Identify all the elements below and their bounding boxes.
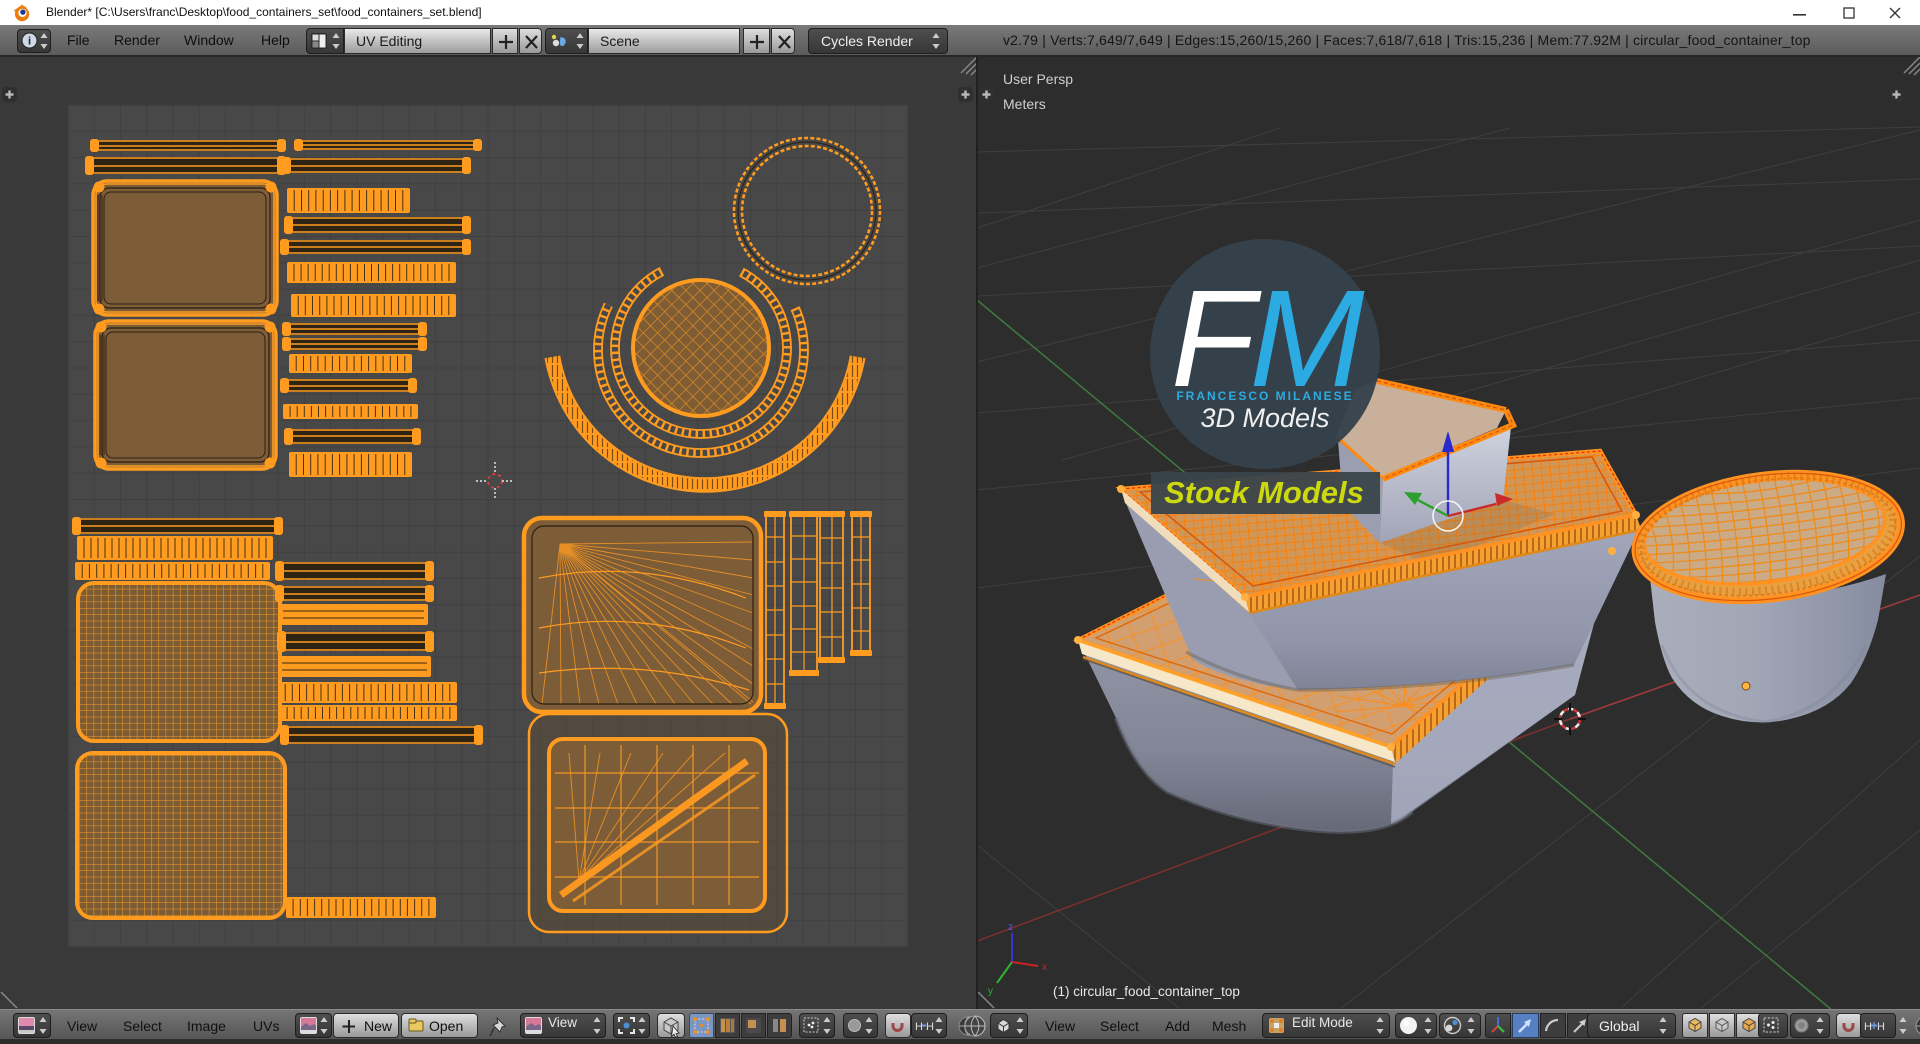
svg-text:i: i bbox=[28, 36, 31, 48]
svg-text:Open: Open bbox=[429, 1018, 463, 1034]
svg-text:y: y bbox=[988, 986, 993, 997]
svg-text:FRANCESCO MILANESE: FRANCESCO MILANESE bbox=[1176, 389, 1353, 403]
svg-text:(1) circular_food_container_to: (1) circular_food_container_top bbox=[1053, 984, 1240, 999]
svg-text:z: z bbox=[1008, 922, 1013, 933]
svg-text:Meters: Meters bbox=[1003, 96, 1046, 112]
svg-text:H: H bbox=[926, 1021, 934, 1033]
svg-text:H: H bbox=[1864, 1021, 1872, 1033]
svg-text:3D Models: 3D Models bbox=[1200, 403, 1329, 433]
svg-text:x: x bbox=[1042, 962, 1047, 973]
svg-text:H: H bbox=[1877, 1021, 1885, 1033]
svg-text:Stock Models: Stock Models bbox=[1164, 475, 1364, 510]
svg-text:New: New bbox=[364, 1018, 393, 1034]
svg-text:User Persp: User Persp bbox=[1003, 71, 1073, 87]
svg-text:H: H bbox=[915, 1021, 923, 1033]
